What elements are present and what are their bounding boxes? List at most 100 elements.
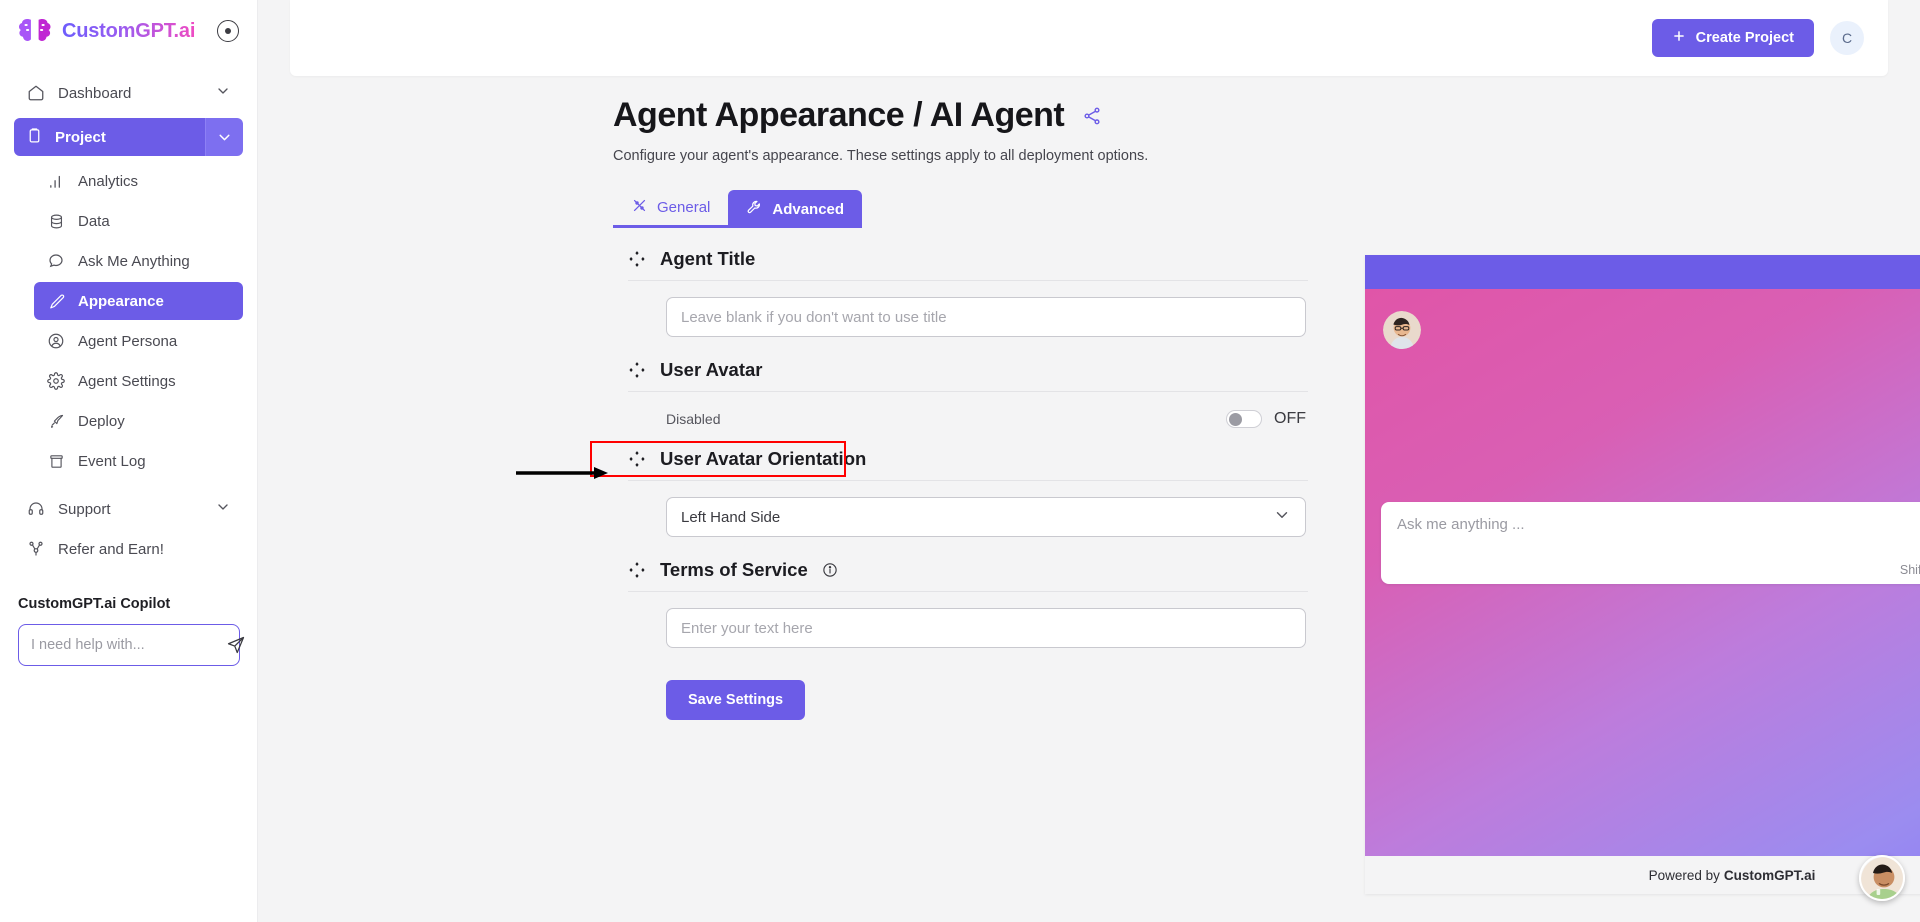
sidebar-item-event-log[interactable]: Event Log — [34, 442, 243, 480]
page-title: Agent Appearance / AI Agent — [613, 96, 1065, 134]
app-root: CustomGPT.ai Dashboard Project Analytics… — [0, 0, 1920, 922]
plus-icon — [1672, 29, 1686, 47]
gear-icon — [46, 371, 66, 391]
bar-chart-icon — [46, 171, 66, 191]
sidebar: CustomGPT.ai Dashboard Project Analytics… — [0, 0, 258, 922]
sidebar-item-deploy[interactable]: Deploy — [34, 402, 243, 440]
sidebar-item-label: Data — [78, 212, 110, 230]
send-paper-plane-icon[interactable] — [226, 635, 246, 655]
sidebar-item-label: Analytics — [78, 172, 139, 190]
widget-footer: Powered by CustomGPT.ai — [1365, 856, 1920, 894]
user-avatar-state-label: Disabled — [666, 411, 721, 427]
floating-chat-bubble-avatar[interactable] — [1859, 855, 1905, 901]
user-avatar-toggle-group: OFF — [1226, 410, 1306, 428]
chat-widget-preview: Ask me anything ... Shift + Enter to add… — [1365, 255, 1920, 894]
widget-footer-prefix: Powered by — [1648, 867, 1720, 883]
agent-title-field-row — [628, 281, 1308, 337]
sidebar-item-label: Refer and Earn! — [58, 540, 164, 558]
chevron-down-icon[interactable] — [215, 83, 231, 103]
share-icon[interactable] — [1082, 106, 1102, 131]
database-icon — [46, 211, 66, 231]
copilot-input[interactable] — [31, 637, 218, 653]
tab-advanced[interactable]: Advanced — [728, 190, 863, 228]
wrench-icon — [746, 199, 763, 220]
sidebar-item-data[interactable]: Data — [34, 202, 243, 240]
four-diamond-icon — [628, 361, 646, 379]
copilot-title: CustomGPT.ai Copilot — [18, 596, 171, 612]
orientation-select-wrapper: Left Hand Side — [666, 497, 1306, 537]
widget-title-bar — [1365, 255, 1920, 289]
sidebar-item-project-main[interactable]: Project — [14, 118, 205, 156]
share-nodes-icon — [26, 539, 46, 559]
section-user-avatar-orientation-heading: User Avatar Orientation — [660, 448, 867, 469]
four-diamond-icon — [628, 561, 646, 579]
section-user-avatar-heading: User Avatar — [660, 359, 763, 380]
terms-of-service-input[interactable] — [666, 608, 1306, 648]
create-project-label: Create Project — [1695, 30, 1794, 46]
sidebar-item-label: Project — [55, 128, 106, 146]
sidebar-item-agent-settings[interactable]: Agent Settings — [34, 362, 243, 400]
sidebar-item-label: Deploy — [78, 412, 125, 430]
sidebar-item-label: Agent Settings — [78, 372, 176, 390]
paintbrush-icon — [46, 291, 66, 311]
tab-general[interactable]: General — [613, 190, 729, 228]
sidebar-nav: Dashboard Project Analytics Data Ask Me … — [0, 62, 257, 568]
section-agent-title-heading: Agent Title — [660, 248, 756, 269]
sidebar-item-ask-me-anything[interactable]: Ask Me Anything — [34, 242, 243, 280]
sidebar-item-label: Dashboard — [58, 84, 132, 102]
sidebar-item-agent-persona[interactable]: Agent Persona — [34, 322, 243, 360]
four-diamond-icon — [628, 450, 646, 468]
user-avatar-orientation-select[interactable]: Left Hand Side — [666, 497, 1306, 537]
orientation-field-row: Left Hand Side — [628, 481, 1308, 537]
chevron-down-icon[interactable] — [1273, 506, 1291, 528]
sidebar-item-dashboard[interactable]: Dashboard — [14, 74, 243, 112]
copilot-input-wrapper[interactable] — [18, 624, 245, 666]
customgpt-brain-logo-icon — [18, 16, 52, 46]
widget-chat-body: Ask me anything ... Shift + Enter to add… — [1365, 289, 1920, 856]
section-user-avatar-header: User Avatar — [628, 359, 1308, 392]
page-subtitle: Configure your agent's appearance. These… — [613, 148, 1149, 164]
orientation-selected-value: Left Hand Side — [681, 508, 781, 526]
clipboard-icon — [26, 127, 43, 148]
user-avatar-toggle-row: Disabled OFF — [628, 392, 1306, 444]
sidebar-item-analytics[interactable]: Analytics — [34, 162, 243, 200]
top-bar: Create Project C — [290, 0, 1888, 76]
section-terms-of-service-heading: Terms of Service — [660, 559, 808, 580]
sidebar-item-project[interactable]: Project — [14, 118, 243, 156]
brand-name: CustomGPT.ai — [62, 19, 196, 42]
section-terms-of-service-header: Terms of Service — [628, 559, 1308, 592]
sliders-icon — [631, 197, 648, 218]
project-expand-chevron-down-icon[interactable] — [205, 118, 243, 156]
home-icon — [26, 83, 46, 103]
annotation-arrow-icon — [516, 466, 616, 480]
sidebar-item-label: Ask Me Anything — [78, 252, 190, 270]
sidebar-item-label: Support — [58, 500, 111, 518]
chevron-down-icon[interactable] — [215, 499, 231, 519]
brand-row: CustomGPT.ai — [0, 0, 257, 62]
terms-field-row — [628, 592, 1308, 648]
tab-general-label: General — [657, 199, 711, 216]
widget-footer-brand: CustomGPT.ai — [1723, 867, 1816, 883]
user-avatar-toggle-state: OFF — [1274, 410, 1306, 427]
widget-input-placeholder: Ask me anything ... — [1397, 516, 1525, 533]
info-circle-icon[interactable] — [822, 562, 838, 578]
rocket-icon — [46, 411, 66, 431]
copilot-panel: CustomGPT.ai Copilot — [0, 596, 258, 666]
sidebar-item-appearance[interactable]: Appearance — [34, 282, 243, 320]
agent-title-input[interactable] — [666, 297, 1306, 337]
save-settings-button[interactable]: Save Settings — [666, 680, 806, 720]
section-agent-title-header: Agent Title — [628, 248, 1308, 281]
chat-bubble-icon — [46, 251, 66, 271]
sidebar-item-refer-and-earn[interactable]: Refer and Earn! — [14, 530, 243, 568]
headset-icon — [26, 499, 46, 519]
widget-input-card[interactable]: Ask me anything ... Shift + Enter to add… — [1381, 502, 1920, 584]
sidebar-item-label: Appearance — [78, 292, 164, 310]
sidebar-item-support[interactable]: Support — [14, 490, 243, 528]
appearance-form: Agent Title User Avatar Disabled OFF — [590, 248, 1308, 720]
sidebar-item-label: Event Log — [78, 452, 146, 470]
user-avatar-toggle-switch[interactable] — [1226, 410, 1262, 428]
user-avatar[interactable]: C — [1830, 21, 1864, 55]
create-project-button[interactable]: Create Project — [1651, 19, 1814, 57]
collapse-sidebar-icon[interactable] — [217, 20, 239, 42]
agent-avatar — [1383, 311, 1421, 349]
